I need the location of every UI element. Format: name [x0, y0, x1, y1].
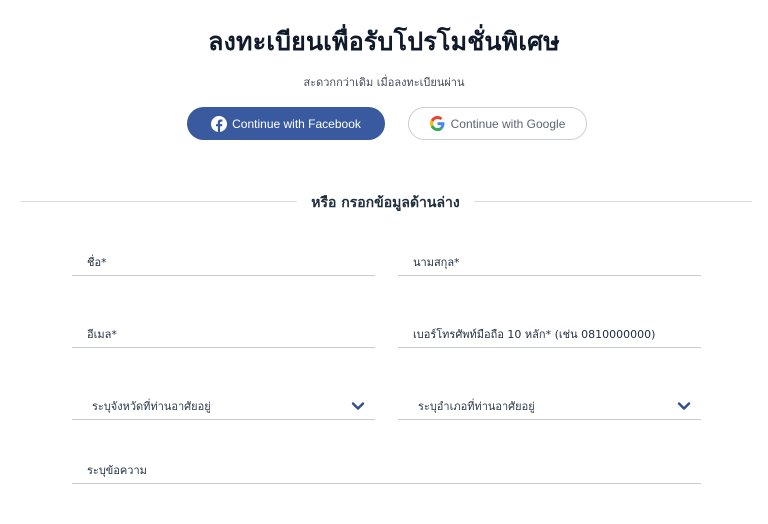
message-label: ระบุข้อความ — [87, 463, 147, 477]
first-name-field[interactable]: ชื่อ* — [72, 248, 375, 276]
first-name-label: ชื่อ* — [87, 255, 107, 269]
facebook-icon — [211, 115, 228, 132]
last-name-label: นามสกุล* — [413, 255, 460, 269]
divider-text: หรือ กรอกข้อมูลด้านล่าง — [311, 195, 460, 211]
google-button-label: Continue with Google — [450, 116, 566, 131]
page-title: ลงทะเบียนเพื่อรับโปรโมชั่นพิเศษ — [208, 27, 560, 56]
facebook-button-label: Continue with Facebook — [232, 116, 361, 131]
page-subtitle: สะดวกกว่าเดิม เมื่อลงทะเบียนผ่าน — [303, 76, 465, 89]
last-name-field[interactable]: นามสกุล* — [398, 248, 701, 276]
divider-line-left — [21, 201, 297, 202]
phone-field[interactable]: เบอร์โทรศัพท์มือถือ 10 หลัก* (เช่น 08100… — [398, 320, 701, 348]
chevron-down-icon[interactable] — [677, 398, 691, 412]
continue-with-google-button[interactable]: Continue with Google — [408, 107, 587, 140]
district-label: ระบุอำเภอที่ท่านอาศัยอยู่ — [418, 399, 535, 413]
message-field[interactable]: ระบุข้อความ — [72, 456, 701, 484]
email-field[interactable]: อีเมล* — [72, 320, 375, 348]
chevron-down-icon[interactable] — [351, 398, 365, 412]
google-icon — [430, 116, 446, 132]
email-label: อีเมล* — [87, 327, 117, 341]
province-select[interactable]: ระบุจังหวัดที่ท่านอาศัยอยู่ — [72, 392, 375, 420]
continue-with-facebook-button[interactable]: Continue with Facebook — [187, 107, 385, 140]
district-select[interactable]: ระบุอำเภอที่ท่านอาศัยอยู่ — [398, 392, 701, 420]
phone-label: เบอร์โทรศัพท์มือถือ 10 หลัก* (เช่น 08100… — [413, 327, 656, 341]
province-label: ระบุจังหวัดที่ท่านอาศัยอยู่ — [92, 399, 211, 413]
divider-line-right — [474, 201, 752, 202]
